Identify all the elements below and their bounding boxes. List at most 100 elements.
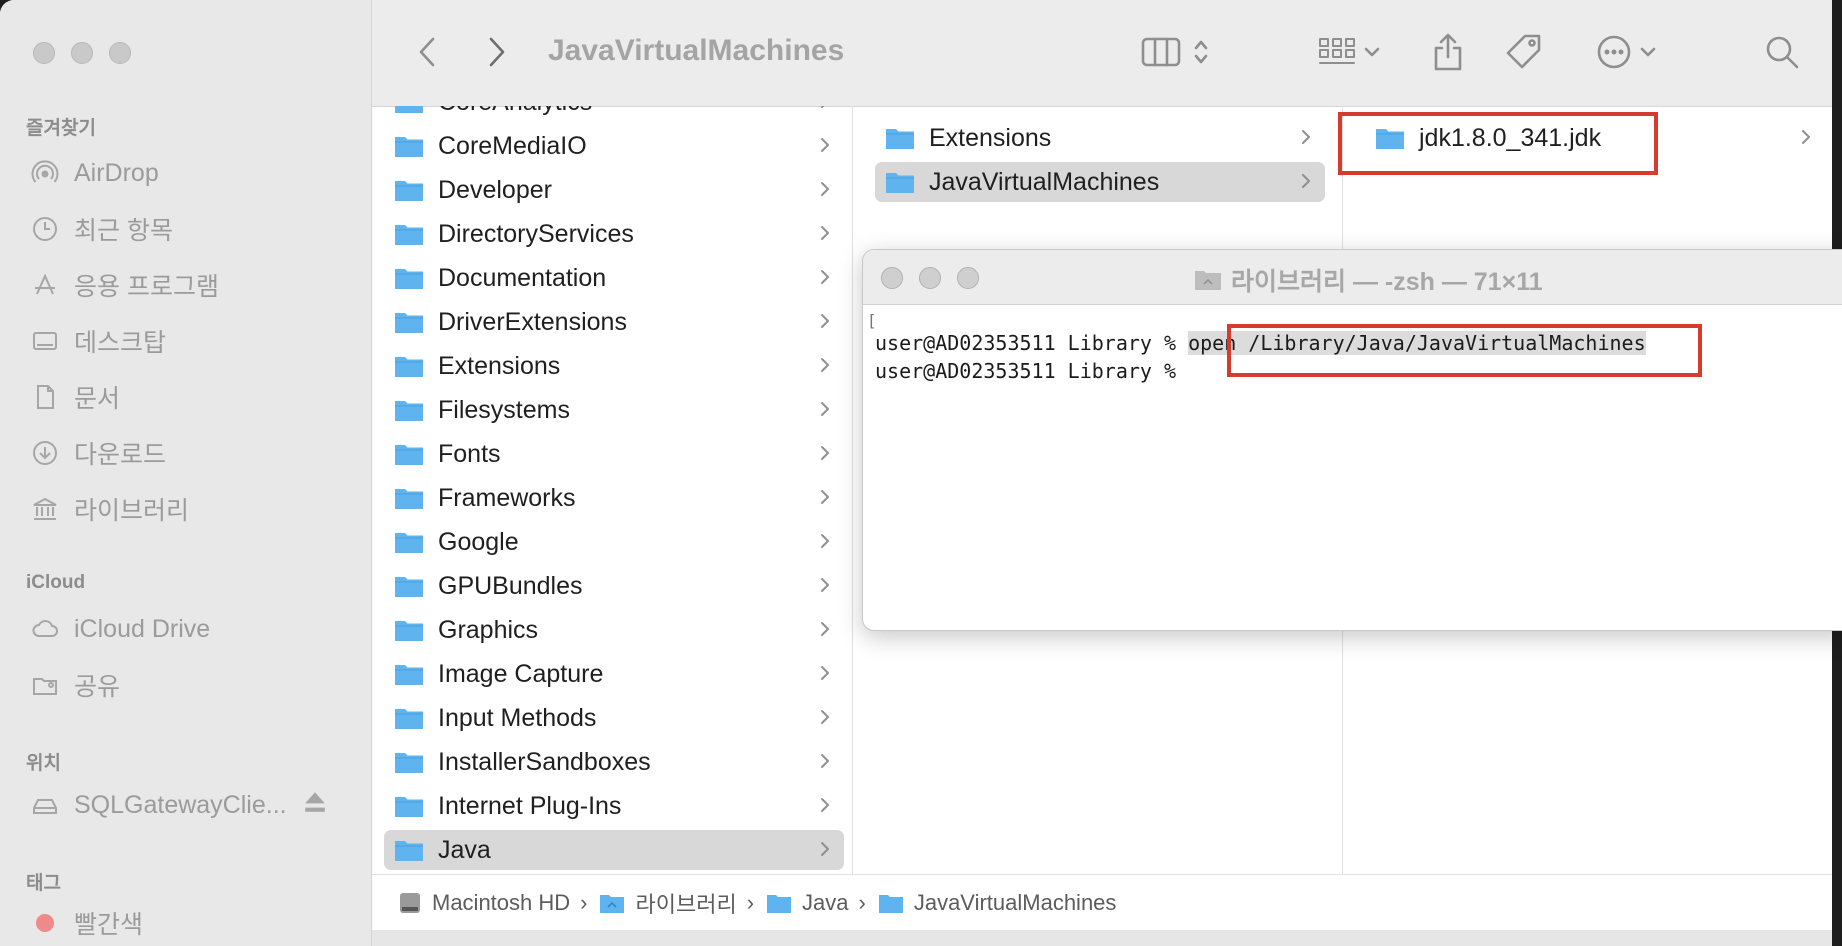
path-segment-java[interactable]: Java (766, 890, 849, 916)
folder-icon (395, 489, 423, 509)
chevron-right-icon (821, 842, 829, 856)
list-item[interactable]: Fonts (384, 434, 844, 474)
terminal-minimize-button[interactable] (919, 267, 941, 289)
terminal-window-controls (881, 267, 979, 289)
column-library: CoreAnalytics CoreMediaIO Developer Directo… (372, 106, 853, 874)
tag-button[interactable] (1502, 30, 1546, 74)
item-label: GPUBundles (438, 571, 583, 600)
item-label: Developer (438, 175, 552, 204)
sidebar-item-sqlgateway[interactable]: SQLGatewayClie... (30, 788, 329, 822)
item-label: Graphics (438, 615, 539, 644)
red-tag-dot-icon (30, 908, 60, 938)
toolbar: JavaVirtualMachines (372, 0, 1832, 107)
item-label: Extensions (929, 123, 1052, 152)
download-icon (30, 438, 60, 468)
list-item[interactable]: Graphics (384, 610, 844, 650)
folder-icon (395, 137, 423, 157)
sidebar-item-label: 빨간색 (74, 911, 144, 939)
item-label: DirectoryServices (438, 219, 634, 248)
folder-icon (395, 665, 423, 685)
sidebar-item-desktop[interactable]: 데스크탑 (30, 324, 166, 358)
chevron-right-icon (821, 798, 829, 812)
columns-view-icon (1141, 37, 1181, 67)
sidebar-item-documents[interactable]: 문서 (30, 380, 120, 414)
terminal-titlebar[interactable]: 라이브러리 — -zsh — 71×11 (863, 250, 1842, 305)
chevron-right-icon (1302, 130, 1310, 144)
folder-icon (395, 621, 423, 641)
list-item[interactable]: InstallerSandboxes (384, 742, 844, 782)
terminal-zoom-button[interactable] (957, 267, 979, 289)
sidebar-item-label: 응용 프로그램 (74, 273, 219, 301)
sidebar-item-library[interactable]: 라이브러리 (30, 492, 189, 526)
forward-button[interactable] (482, 30, 512, 74)
list-item[interactable]: Google (384, 522, 844, 562)
terminal-window[interactable]: 라이브러리 — -zsh — 71×11 [ user@AD02353511 L… (862, 249, 1842, 631)
sidebar-item-tag-red[interactable]: 빨간색 (30, 906, 143, 940)
list-item[interactable]: DriverExtensions (384, 302, 844, 342)
chevron-updown-icon (1194, 40, 1208, 64)
list-item[interactable]: Extensions (384, 346, 844, 386)
eject-icon[interactable] (301, 788, 329, 823)
shared-folder-icon (30, 670, 60, 700)
terminal-close-button[interactable] (881, 267, 903, 289)
share-button[interactable] (1426, 30, 1470, 74)
sidebar-item-label: 문서 (74, 385, 121, 413)
item-label: Input Methods (438, 703, 597, 732)
path-label: Java (802, 890, 849, 915)
folder-icon (395, 753, 423, 773)
minimize-button[interactable] (71, 42, 93, 64)
sidebar-item-recents[interactable]: 최근 항목 (30, 212, 173, 246)
item-label: Fonts (438, 439, 501, 468)
item-label: Documentation (438, 263, 607, 292)
more-actions-button[interactable] (1586, 30, 1666, 74)
item-label: Extensions (438, 351, 561, 380)
path-separator: › (858, 890, 866, 915)
sidebar-item-shared[interactable]: 공유 (30, 668, 120, 702)
sidebar-item-label: 라이브러리 (74, 497, 190, 525)
sidebar-item-icloud-drive[interactable]: iCloud Drive (30, 612, 210, 646)
back-button[interactable] (412, 30, 442, 74)
sidebar-item-airdrop[interactable]: AirDrop (30, 156, 159, 190)
list-item[interactable]: CoreMediaIO (384, 126, 844, 166)
folder-icon (886, 173, 914, 193)
list-item[interactable]: Image Capture (384, 654, 844, 694)
path-segment-macintosh-hd[interactable]: Macintosh HD (398, 890, 570, 916)
terminal-prompt: user@AD02353511 Library % (875, 359, 1177, 383)
library-folder-icon (600, 895, 625, 913)
applications-icon (30, 270, 60, 300)
list-item[interactable]: Developer (384, 170, 844, 210)
list-item[interactable]: Input Methods (384, 698, 844, 738)
list-item[interactable]: Documentation (384, 258, 844, 298)
list-item[interactable]: DirectoryServices (384, 214, 844, 254)
item-label: Java (438, 835, 491, 864)
path-bar: Macintosh HD › 라이브러리 › Java › JavaVirtua… (372, 874, 1832, 931)
list-item[interactable]: Frameworks (384, 478, 844, 518)
path-separator: › (746, 890, 755, 915)
grid-icon (1319, 38, 1355, 64)
path-separator: › (580, 890, 588, 915)
folder-icon (395, 106, 423, 113)
list-item[interactable]: GPUBundles (384, 566, 844, 606)
list-item[interactable]: Java (384, 830, 844, 870)
sidebar-item-downloads[interactable]: 다운로드 (30, 436, 166, 470)
list-item[interactable]: Filesystems (384, 390, 844, 430)
chevron-right-icon (821, 270, 829, 284)
view-mode-button[interactable] (1130, 30, 1220, 74)
list-item[interactable]: Internet Plug-Ins (384, 786, 844, 826)
chevron-right-icon (821, 666, 829, 680)
group-button[interactable] (1312, 30, 1386, 74)
zoom-button[interactable] (109, 42, 131, 64)
list-item[interactable]: Extensions (875, 118, 1325, 158)
list-item[interactable]: CoreAnalytics (384, 106, 844, 122)
folder-icon (395, 709, 423, 729)
sidebar-item-applications[interactable]: 응용 프로그램 (30, 268, 219, 302)
path-segment-jvms[interactable]: JavaVirtualMachines (878, 890, 1116, 916)
close-button[interactable] (33, 42, 55, 64)
path-label: Macintosh HD (432, 890, 571, 915)
list-item[interactable]: JavaVirtualMachines (875, 162, 1325, 202)
clock-icon (30, 214, 60, 244)
path-segment-library[interactable]: 라이브러리 (599, 887, 737, 919)
sidebar-item-label: 공유 (74, 673, 121, 701)
chevron-right-icon (821, 490, 829, 504)
search-button[interactable] (1760, 30, 1804, 74)
